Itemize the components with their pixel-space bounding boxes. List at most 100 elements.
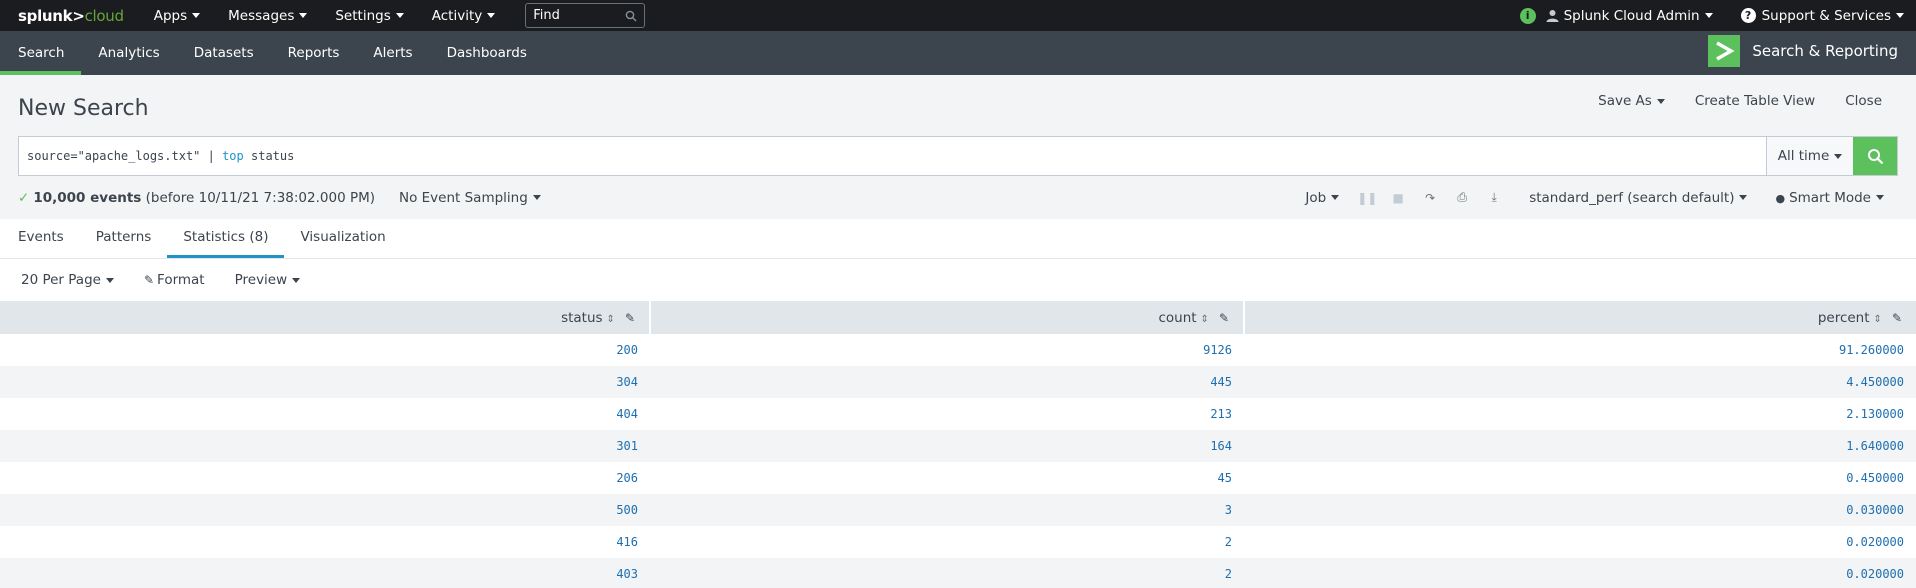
menu-activity[interactable]: Activity bbox=[432, 8, 496, 24]
edit-column-icon[interactable]: ✎ bbox=[625, 311, 635, 325]
chevron-down-icon bbox=[299, 13, 308, 18]
nav-tab-search[interactable]: Search bbox=[0, 31, 82, 75]
cell-count[interactable]: 445 bbox=[650, 366, 1244, 398]
find-input[interactable]: Find bbox=[525, 3, 646, 28]
cell-status[interactable]: 500 bbox=[0, 494, 650, 526]
tab-events[interactable]: Events bbox=[0, 219, 80, 258]
per-page-dropdown[interactable]: 20 Per Page bbox=[21, 272, 114, 288]
app-title[interactable]: Search & Reporting bbox=[1708, 35, 1898, 67]
table-row: 416 2 0.020000 bbox=[0, 526, 1916, 558]
chevron-down-icon bbox=[1656, 98, 1665, 104]
chevron-down-icon bbox=[192, 13, 201, 18]
cell-status[interactable]: 404 bbox=[0, 398, 650, 430]
nav-tab-analytics[interactable]: Analytics bbox=[81, 31, 176, 75]
table-row: 304 445 4.450000 bbox=[0, 366, 1916, 398]
cell-status[interactable]: 304 bbox=[0, 366, 650, 398]
pencil-icon: ✎ bbox=[143, 273, 155, 287]
sort-icon[interactable]: ⇕ bbox=[1874, 314, 1882, 325]
table-row: 404 213 2.130000 bbox=[0, 398, 1916, 430]
nav-tab-reports[interactable]: Reports bbox=[271, 31, 357, 75]
splunk-logo[interactable]: splunk>cloud bbox=[18, 7, 124, 25]
save-as-button[interactable]: Save As bbox=[1598, 93, 1665, 109]
stop-icon[interactable]: ■ bbox=[1389, 191, 1407, 205]
print-icon[interactable]: ⎙ bbox=[1453, 190, 1471, 205]
search-icon bbox=[625, 10, 637, 21]
search-button[interactable] bbox=[1853, 137, 1897, 175]
user-menu[interactable]: Splunk Cloud Admin bbox=[1546, 8, 1713, 24]
table-row: 206 45 0.450000 bbox=[0, 462, 1916, 494]
tab-statistics[interactable]: Statistics (8) bbox=[167, 219, 285, 258]
format-button[interactable]: ✎ Format bbox=[144, 272, 205, 288]
cell-status[interactable]: 403 bbox=[0, 558, 650, 588]
create-table-view-button[interactable]: Create Table View bbox=[1695, 93, 1815, 109]
edit-column-icon[interactable]: ✎ bbox=[1892, 311, 1902, 325]
edit-column-icon[interactable]: ✎ bbox=[1219, 311, 1229, 325]
table-row: 200 9126 91.260000 bbox=[0, 334, 1916, 366]
cell-count[interactable]: 213 bbox=[650, 398, 1244, 430]
column-header-status[interactable]: status ⇕ ✎ bbox=[0, 301, 651, 334]
title-actions: Save As Create Table View Close bbox=[1568, 93, 1882, 109]
cell-status[interactable]: 206 bbox=[0, 462, 650, 494]
support-menu[interactable]: ? Support & Services bbox=[1740, 8, 1904, 24]
cell-status[interactable]: 200 bbox=[0, 334, 650, 366]
chevron-down-icon bbox=[1331, 195, 1340, 200]
chevron-down-icon bbox=[1834, 153, 1843, 159]
results-table: status ⇕ ✎ count ⇕ ✎ percent ⇕ ✎ 200 9126 91.260… bbox=[0, 301, 1916, 588]
menu-messages[interactable]: Messages bbox=[228, 8, 308, 24]
menu-settings[interactable]: Settings bbox=[335, 8, 404, 24]
cell-count[interactable]: 164 bbox=[650, 430, 1244, 462]
job-status-row: ✓ 10,000 events (before 10/11/21 7:38:02… bbox=[0, 176, 1916, 219]
sort-icon[interactable]: ⇕ bbox=[1201, 314, 1209, 325]
search-mode-dropdown[interactable]: ● Smart Mode bbox=[1775, 190, 1884, 206]
export-icon[interactable]: ⤓ bbox=[1485, 190, 1503, 205]
pause-icon[interactable]: ❚❚ bbox=[1357, 191, 1377, 205]
table-options: 20 Per Page ✎ Format Preview bbox=[0, 259, 1916, 301]
event-sampling-dropdown[interactable]: No Event Sampling bbox=[399, 190, 541, 206]
cell-count[interactable]: 2 bbox=[650, 558, 1244, 588]
title-bar: New Search Save As Create Table View Clo… bbox=[0, 75, 1916, 136]
cell-percent[interactable]: 4.450000 bbox=[1244, 366, 1916, 398]
global-menu: Apps Messages Settings Activity bbox=[154, 8, 524, 24]
table-row: 301 164 1.640000 bbox=[0, 430, 1916, 462]
chevron-down-icon bbox=[292, 277, 301, 283]
help-icon: ? bbox=[1740, 8, 1756, 23]
cell-status[interactable]: 416 bbox=[0, 526, 650, 558]
cell-count[interactable]: 3 bbox=[650, 494, 1244, 526]
cell-percent[interactable]: 0.020000 bbox=[1244, 526, 1916, 558]
sort-icon[interactable]: ⇕ bbox=[607, 314, 615, 325]
cell-percent[interactable]: 2.130000 bbox=[1244, 398, 1916, 430]
menu-apps[interactable]: Apps bbox=[154, 8, 201, 24]
search-query-input[interactable]: source="apache_logs.txt" | top status bbox=[19, 137, 1766, 175]
chevron-down-icon bbox=[395, 13, 404, 18]
info-icon[interactable]: i bbox=[1519, 7, 1536, 24]
table-row: 500 3 0.030000 bbox=[0, 494, 1916, 526]
preview-dropdown[interactable]: Preview bbox=[235, 272, 301, 288]
cell-count[interactable]: 9126 bbox=[650, 334, 1244, 366]
cell-percent[interactable]: 0.020000 bbox=[1244, 558, 1916, 588]
share-icon[interactable]: ↷ bbox=[1421, 191, 1439, 205]
nav-tab-datasets[interactable]: Datasets bbox=[177, 31, 271, 75]
chevron-down-icon bbox=[532, 195, 541, 200]
cell-count[interactable]: 45 bbox=[650, 462, 1244, 494]
cell-percent[interactable]: 0.450000 bbox=[1244, 462, 1916, 494]
nav-tab-alerts[interactable]: Alerts bbox=[356, 31, 429, 75]
cell-percent[interactable]: 1.640000 bbox=[1244, 430, 1916, 462]
tab-visualization[interactable]: Visualization bbox=[284, 219, 401, 258]
time-range-picker[interactable]: All time bbox=[1766, 137, 1853, 175]
close-button[interactable]: Close bbox=[1845, 93, 1882, 109]
search-icon bbox=[1867, 148, 1883, 164]
tab-patterns[interactable]: Patterns bbox=[80, 219, 168, 258]
nav-tab-dashboards[interactable]: Dashboards bbox=[430, 31, 544, 75]
column-header-percent[interactable]: percent ⇕ ✎ bbox=[1244, 301, 1916, 334]
chevron-down-icon bbox=[1704, 13, 1713, 18]
cell-percent[interactable]: 91.260000 bbox=[1244, 334, 1916, 366]
chevron-down-icon bbox=[487, 13, 496, 18]
table-row: 403 2 0.020000 bbox=[0, 558, 1916, 588]
cell-status[interactable]: 301 bbox=[0, 430, 650, 462]
app-logo-icon bbox=[1708, 35, 1741, 67]
cell-count[interactable]: 2 bbox=[650, 526, 1244, 558]
cell-percent[interactable]: 0.030000 bbox=[1244, 494, 1916, 526]
column-header-count[interactable]: count ⇕ ✎ bbox=[650, 301, 1245, 334]
perf-dropdown[interactable]: standard_perf (search default) bbox=[1529, 190, 1748, 206]
job-menu[interactable]: Job bbox=[1305, 190, 1340, 206]
